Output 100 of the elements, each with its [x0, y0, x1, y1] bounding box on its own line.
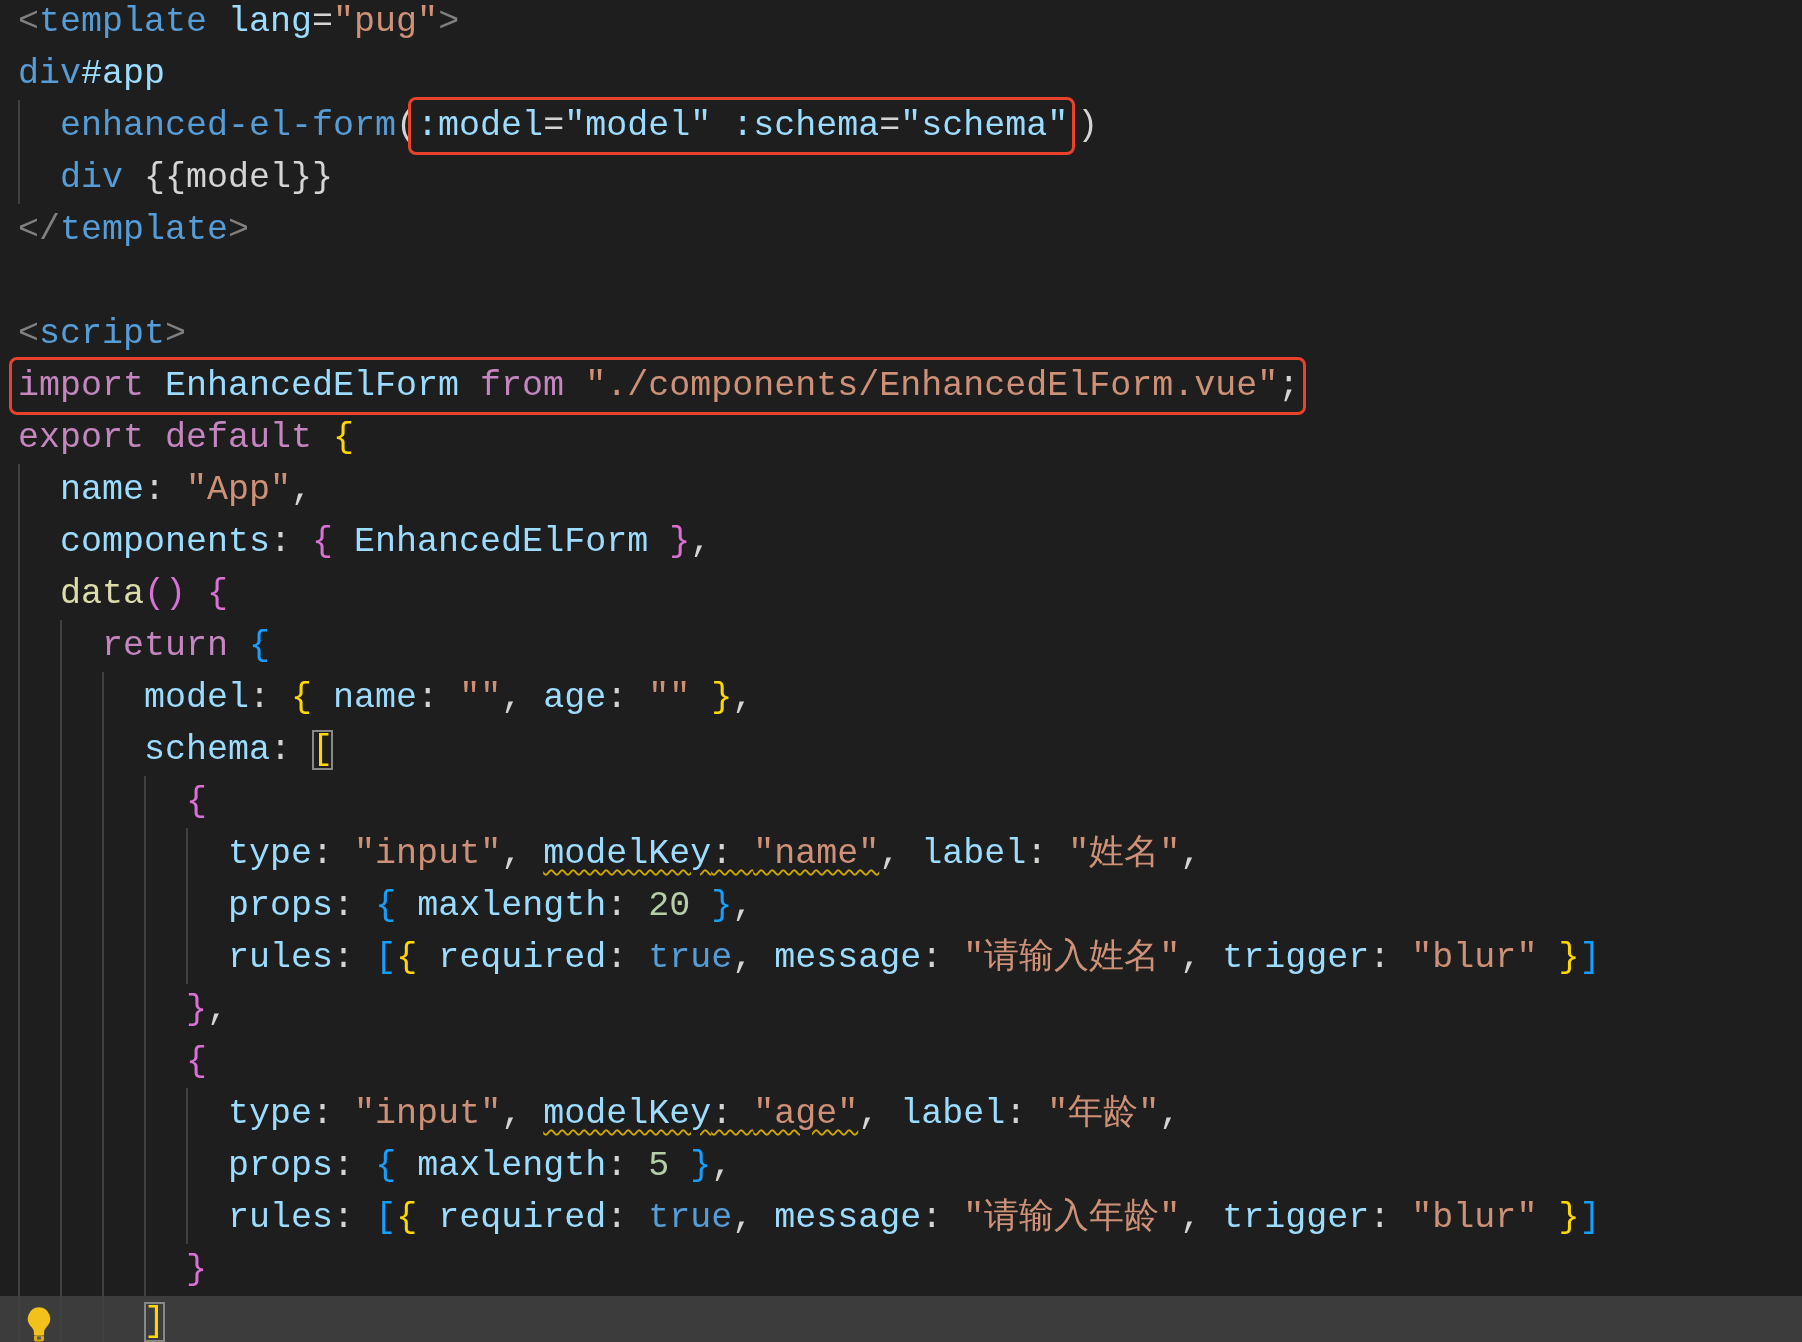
code-token: type — [228, 1094, 313, 1134]
string-token: "blur" — [1411, 1198, 1538, 1238]
code-token: : — [333, 886, 356, 926]
code-token: required — [437, 938, 607, 978]
string-token: "请输入年龄" — [963, 1198, 1181, 1238]
number-token: 5 — [648, 1146, 670, 1186]
code-token: , — [501, 678, 524, 718]
string-token: "input" — [354, 1094, 502, 1134]
bracket-token: { — [291, 678, 313, 718]
keyword-token: true — [648, 938, 733, 978]
code-token: , — [291, 470, 313, 510]
code-token: : — [270, 730, 293, 770]
code-token: :schema — [731, 106, 880, 146]
code-token: name — [60, 470, 145, 510]
code-token: : — [333, 938, 356, 978]
code-token: : — [249, 678, 272, 718]
code-token: < — [18, 314, 39, 354]
code-token: : — [606, 1146, 629, 1186]
bracket-token: [ — [375, 1198, 397, 1238]
code-token: trigger — [1222, 938, 1370, 978]
code-token: , — [501, 834, 524, 874]
code-token: name — [332, 678, 418, 718]
code-token: div — [18, 54, 81, 94]
string-token: "姓名" — [1068, 834, 1181, 874]
string-token: "年龄" — [1047, 1094, 1160, 1134]
code-token: : — [921, 1198, 944, 1238]
bracket-token: } — [186, 990, 208, 1030]
code-token: label — [921, 834, 1027, 874]
bracket-token: { — [186, 782, 208, 822]
bracket-token: } — [710, 678, 733, 718]
code-token: label — [900, 1094, 1006, 1134]
string-token: "pug" — [333, 2, 439, 42]
keyword-token: export default — [18, 418, 313, 458]
code-token: props — [228, 1146, 334, 1186]
code-token: , — [690, 522, 712, 562]
string-token: "name" — [753, 834, 880, 874]
code-token: < — [18, 2, 39, 42]
code-token: enhanced-el-form — [60, 106, 397, 146]
code-token: : — [606, 938, 629, 978]
code-token: model — [144, 678, 250, 718]
string-token: "" — [648, 678, 691, 718]
lightbulb-icon[interactable] — [26, 1306, 52, 1342]
bracket-token: { — [248, 626, 271, 666]
code-token: : — [417, 678, 440, 718]
code-token: type — [228, 834, 313, 874]
code-token: EnhancedElForm — [164, 366, 460, 406]
string-token: "App" — [186, 470, 292, 510]
code-token: </ — [18, 210, 60, 250]
code-token: rules — [228, 1198, 334, 1238]
matched-bracket: ] — [144, 1302, 166, 1342]
number-token: 20 — [648, 886, 691, 926]
bracket-token: } — [186, 1250, 208, 1290]
code-token: : — [144, 470, 167, 510]
bracket-token: { — [312, 522, 334, 562]
code-token: : — [606, 1198, 629, 1238]
code-token: : — [333, 1198, 356, 1238]
code-token: EnhancedElForm — [353, 522, 650, 562]
code-token: trigger — [1222, 1198, 1370, 1238]
bracket-token: [ — [375, 938, 397, 978]
code-token: : — [606, 886, 629, 926]
code-token: : — [1369, 938, 1392, 978]
code-token: schema — [144, 730, 271, 770]
code-token: template — [39, 2, 208, 42]
code-token: = — [879, 106, 901, 146]
code-token: , — [732, 886, 754, 926]
bracket-token: } — [689, 1146, 712, 1186]
code-token: = — [312, 2, 334, 42]
code-token: {{model}} — [143, 158, 334, 198]
string-token: "blur" — [1411, 938, 1538, 978]
code-token: :model — [417, 106, 544, 146]
code-token: : — [270, 522, 293, 562]
code-token: : — [921, 938, 944, 978]
code-token: , — [1159, 1094, 1181, 1134]
string-token: "请输入姓名" — [963, 938, 1181, 978]
bracket-token: } — [1557, 938, 1580, 978]
code-token: , — [1180, 1198, 1203, 1238]
code-token: : — [606, 678, 629, 718]
bracket-token: ] — [1579, 1198, 1601, 1238]
keyword-token: import — [18, 366, 145, 406]
code-token: message — [774, 938, 922, 978]
code-token: #app — [81, 54, 166, 94]
code-token: , — [732, 678, 754, 718]
bracket-token: { — [396, 1198, 418, 1238]
code-token: rules — [228, 938, 334, 978]
code-token: "model" — [564, 106, 712, 146]
code-token: age — [543, 678, 607, 718]
code-token: modelKey — [543, 834, 712, 874]
bracket-token: { — [332, 418, 355, 458]
code-token: > — [438, 2, 460, 42]
code-token: , — [1180, 938, 1203, 978]
code-token: , — [732, 938, 755, 978]
code-token: = — [543, 106, 565, 146]
bracket-token: ] — [1579, 938, 1601, 978]
code-token: template — [60, 210, 229, 250]
code-token: : — [711, 1094, 734, 1134]
code-token: required — [437, 1198, 607, 1238]
code-token: components — [60, 522, 271, 562]
code-token: , — [207, 990, 229, 1030]
bracket-token: { — [186, 1042, 208, 1082]
code-token: , — [501, 1094, 524, 1134]
